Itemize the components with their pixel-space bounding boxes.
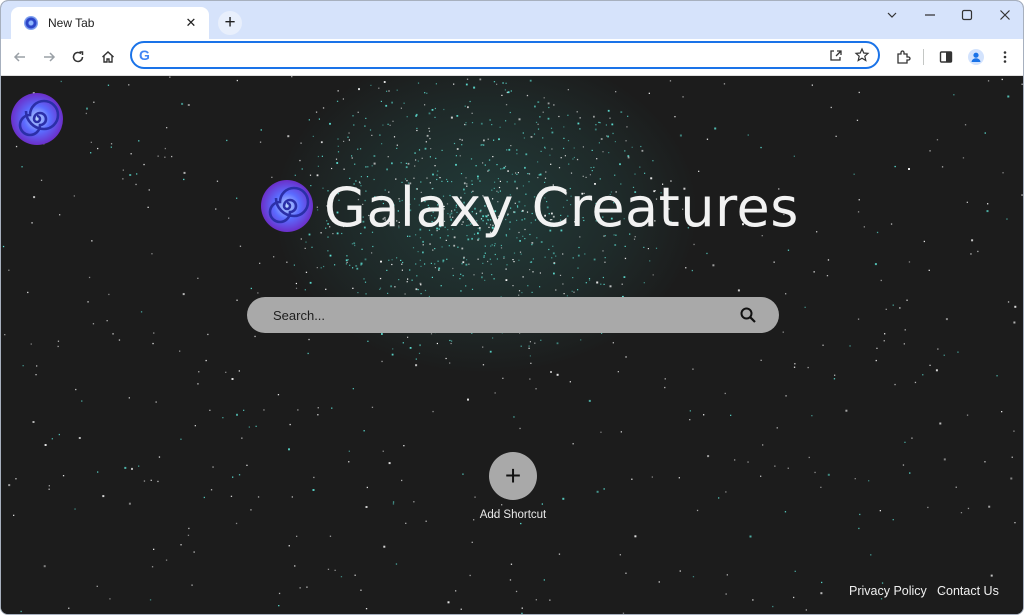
back-arrow-icon[interactable]: [9, 46, 31, 68]
tab-strip: New Tab ✕ +: [1, 1, 1023, 39]
toolbar-divider: [923, 49, 924, 65]
new-tab-page: Galaxy Creatures + Add Shortcut Privacy …: [1, 76, 1023, 614]
search-icon[interactable]: [739, 306, 757, 324]
browser-window: New Tab ✕ + G Galaxy Creatures Search...…: [0, 0, 1024, 615]
starfield-background: [2, 76, 1023, 614]
galaxy-brand-logo-icon: [261, 180, 313, 232]
chevron-down-icon[interactable]: [874, 5, 910, 25]
tab-new-tab[interactable]: New Tab ✕: [11, 7, 209, 39]
close-icon[interactable]: [987, 5, 1023, 25]
profile-icon[interactable]: [965, 46, 987, 68]
google-g-icon: G: [139, 47, 150, 63]
galaxy-favicon-icon: [24, 16, 38, 30]
tab-title: New Tab: [48, 16, 95, 30]
galaxy-spiral-logo-icon[interactable]: [10, 92, 64, 146]
brand-title: Galaxy Creatures: [324, 176, 799, 239]
share-icon[interactable]: [825, 44, 847, 66]
browser-toolbar: G: [1, 39, 1023, 76]
address-bar[interactable]: G: [130, 41, 880, 69]
add-shortcut-button[interactable]: + Add Shortcut: [468, 452, 558, 521]
search-bar[interactable]: [247, 297, 779, 333]
address-input[interactable]: [162, 46, 826, 66]
privacy-policy-link[interactable]: Privacy Policy: [849, 584, 927, 598]
tab-close-button[interactable]: ✕: [183, 15, 199, 31]
extensions-icon[interactable]: [892, 46, 914, 68]
plus-icon[interactable]: +: [489, 452, 537, 500]
side-panel-icon[interactable]: [935, 46, 957, 68]
add-shortcut-label: Add Shortcut: [479, 509, 547, 521]
bookmark-star-icon[interactable]: [851, 44, 873, 66]
new-tab-button[interactable]: +: [218, 11, 242, 35]
more-options-icon[interactable]: [994, 46, 1016, 68]
search-input[interactable]: [271, 306, 739, 324]
forward-arrow-icon[interactable]: [38, 46, 60, 68]
contact-us-link[interactable]: Contact Us: [937, 584, 999, 598]
maximize-icon[interactable]: [949, 5, 985, 25]
minimize-icon[interactable]: [912, 5, 948, 25]
home-icon[interactable]: [97, 46, 119, 68]
reload-icon[interactable]: [67, 46, 89, 68]
